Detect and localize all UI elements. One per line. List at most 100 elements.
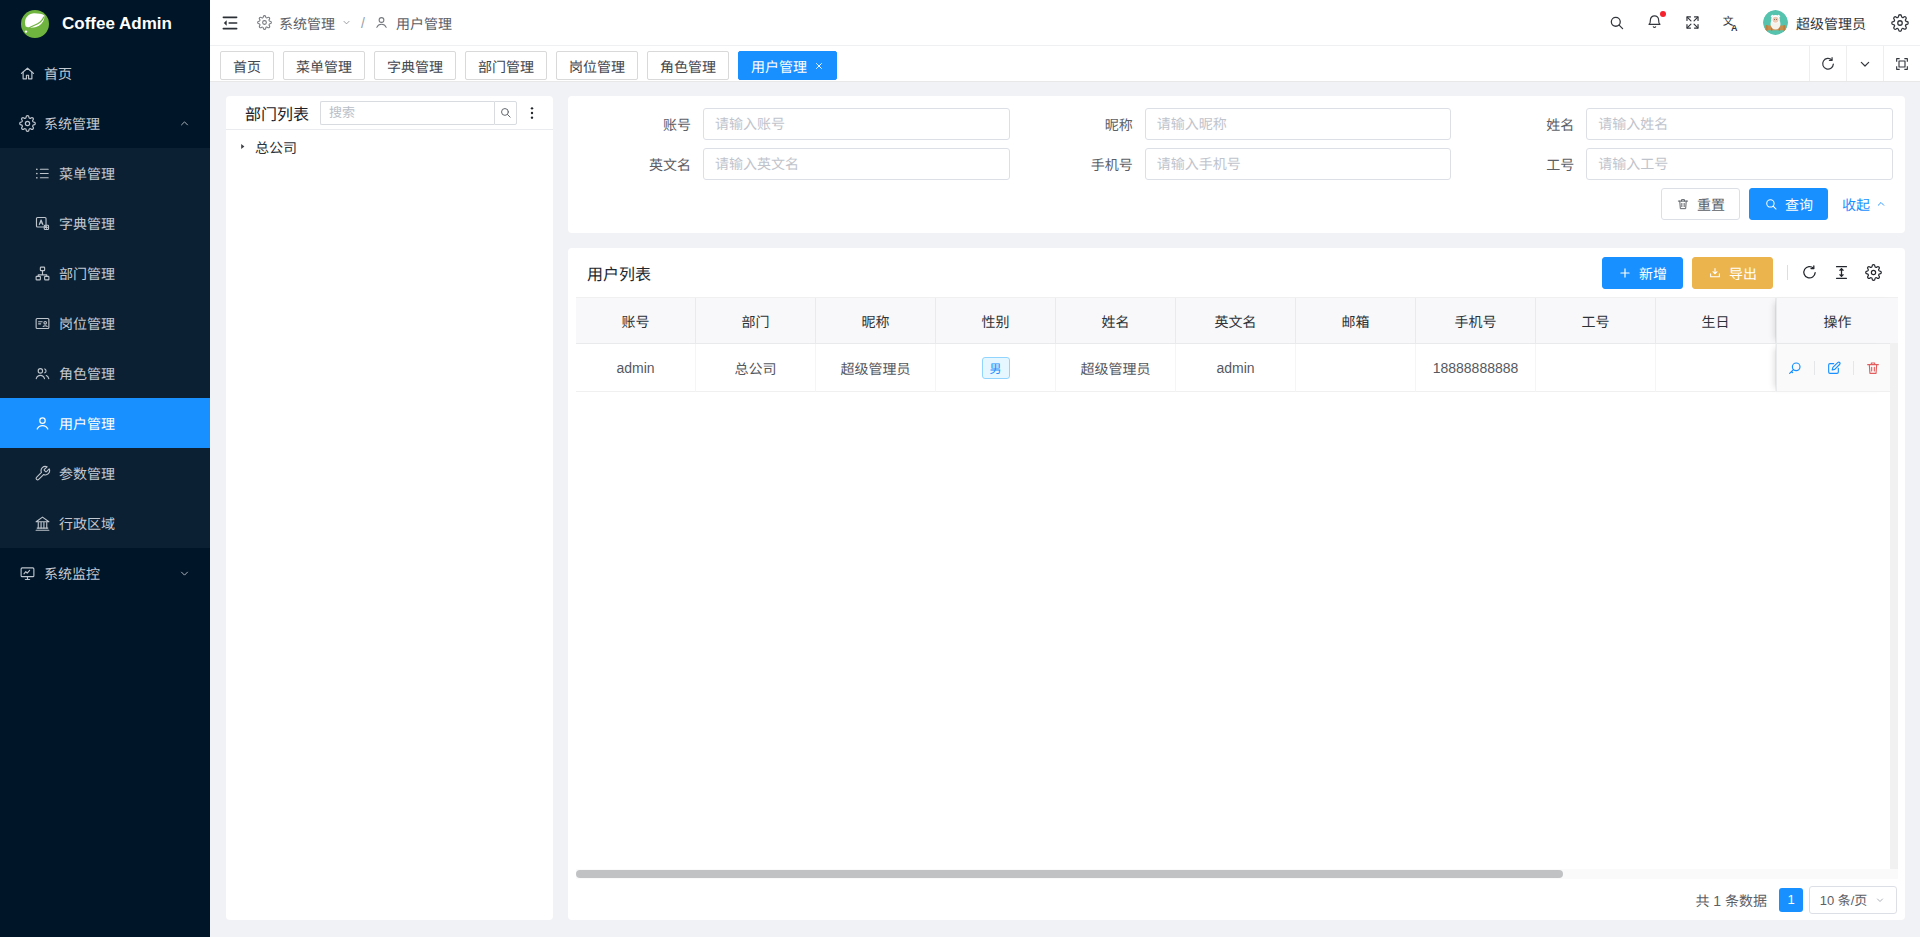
tab-label: 用户管理 <box>751 56 807 76</box>
close-icon[interactable] <box>814 61 824 71</box>
department-search-input[interactable] <box>320 101 494 125</box>
sidebar-menu-item[interactable]: 菜单管理 <box>0 148 210 198</box>
tab[interactable]: 菜单管理 <box>283 51 365 80</box>
table-cell-actions <box>1776 344 1890 392</box>
user-name[interactable]: 超级管理员 <box>1796 13 1866 33</box>
vertical-scrollbar[interactable] <box>1890 343 1898 869</box>
table-header-cell[interactable]: 账号 <box>576 298 696 344</box>
horizontal-scrollbar[interactable] <box>576 869 1898 879</box>
tab[interactable]: 首页 <box>220 51 274 80</box>
page-size-select[interactable]: 10 条/页 <box>1809 886 1897 914</box>
header-actions: 文A 超级管理员 <box>1608 10 1909 35</box>
sidebar-menu-item[interactable]: 行政区域 <box>0 498 210 548</box>
field-input[interactable] <box>1586 108 1893 140</box>
app-logo[interactable]: Coffee Admin <box>0 0 210 48</box>
chevron-down-icon <box>178 567 191 580</box>
breadcrumb-item-system[interactable]: 系统管理 <box>257 13 352 33</box>
pagination-page-1[interactable]: 1 <box>1779 888 1803 912</box>
field-input[interactable] <box>703 108 1010 140</box>
reset-button-label: 重置 <box>1697 194 1725 214</box>
sidebar-menu-item[interactable]: 首页 <box>0 48 210 98</box>
collapse-link[interactable]: 收起 <box>1842 194 1887 214</box>
spring-leaf-icon <box>21 10 49 38</box>
content-area: 部门列表 总公司 <box>210 82 1920 937</box>
export-button-label: 导出 <box>1729 263 1757 283</box>
tab-label: 首页 <box>233 56 261 76</box>
field-input[interactable] <box>1145 108 1452 140</box>
table-header-cell[interactable]: 姓名 <box>1056 298 1176 344</box>
breadcrumb-item-user[interactable]: 用户管理 <box>374 13 452 33</box>
view-icon[interactable] <box>1787 360 1803 376</box>
chevron-down-icon <box>1874 894 1886 906</box>
column-settings-icon[interactable] <box>1865 264 1882 281</box>
field-input[interactable] <box>703 148 1010 180</box>
table-header-cell[interactable]: 昵称 <box>816 298 936 344</box>
tab-refresh-button[interactable] <box>1809 46 1846 81</box>
export-button[interactable]: 导出 <box>1692 257 1773 289</box>
tree-item[interactable]: 总公司 <box>234 133 545 160</box>
tab[interactable]: 角色管理 <box>647 51 729 80</box>
sidebar-menu-item-label: 系统监控 <box>44 563 100 583</box>
tab[interactable]: 字典管理 <box>374 51 456 80</box>
notification-bell[interactable] <box>1646 13 1663 33</box>
tab[interactable]: 部门管理 <box>465 51 547 80</box>
table-header-cell[interactable]: 手机号 <box>1416 298 1536 344</box>
user-icon <box>374 15 389 30</box>
gear-icon[interactable] <box>1891 14 1909 32</box>
kebab-menu-icon[interactable] <box>524 105 540 121</box>
table-cell: admin <box>1176 344 1296 392</box>
dictionary-icon <box>34 215 51 232</box>
trash-icon <box>1676 197 1690 211</box>
user-icon <box>34 415 51 432</box>
table-header-cell[interactable]: 邮箱 <box>1296 298 1416 344</box>
search-icon[interactable] <box>1608 14 1625 31</box>
sidebar-menu-item[interactable]: 岗位管理 <box>0 298 210 348</box>
table-header-cell[interactable]: 性别 <box>936 298 1056 344</box>
tab[interactable]: 用户管理 <box>738 51 837 80</box>
toolbar-divider <box>1787 265 1788 280</box>
sidebar-menu-item[interactable]: 角色管理 <box>0 348 210 398</box>
table-header-cell[interactable]: 英文名 <box>1176 298 1296 344</box>
sidebar-menu-item[interactable]: 部门管理 <box>0 248 210 298</box>
main-panel: 账号 昵称 姓名 <box>568 96 1905 920</box>
action-divider <box>1814 361 1815 375</box>
fullscreen-icon[interactable] <box>1684 14 1701 31</box>
delete-icon[interactable] <box>1865 360 1881 376</box>
table-header-cell[interactable]: 部门 <box>696 298 816 344</box>
caret-right-icon[interactable] <box>238 142 247 151</box>
sidebar-menu-item[interactable]: 用户管理 <box>0 398 210 448</box>
gear-icon <box>257 15 272 30</box>
plus-icon <box>1618 266 1632 280</box>
table-header-cell[interactable]: 生日 <box>1656 298 1776 344</box>
sidebar-menu-item-label: 系统管理 <box>44 113 100 133</box>
table-header-cell[interactable]: 操作 <box>1776 298 1898 344</box>
avatar[interactable] <box>1763 10 1788 35</box>
department-search-button[interactable] <box>494 101 517 125</box>
sidebar-menu-item[interactable]: 字典管理 <box>0 198 210 248</box>
field-input[interactable] <box>1145 148 1452 180</box>
tab-maximize-button[interactable] <box>1883 46 1920 81</box>
table-cell <box>1656 344 1776 392</box>
add-button[interactable]: 新增 <box>1602 257 1683 289</box>
sidebar-menu-item[interactable]: 系统管理 <box>0 98 210 148</box>
query-button[interactable]: 查询 <box>1749 188 1828 220</box>
row-height-icon[interactable] <box>1833 264 1850 281</box>
roles-icon <box>34 365 51 382</box>
user-table-card: 用户列表 新增 导出 <box>568 248 1905 920</box>
tab[interactable]: 岗位管理 <box>556 51 638 80</box>
badge-icon <box>34 315 51 332</box>
sidebar-menu-item[interactable]: 系统监控 <box>0 548 210 598</box>
tab-menu-button[interactable] <box>1846 46 1883 81</box>
sidebar-menu-item[interactable]: 参数管理 <box>0 448 210 498</box>
chevron-up-icon <box>178 117 191 130</box>
refresh-icon[interactable] <box>1801 264 1818 281</box>
breadcrumb: 系统管理 / 用户管理 <box>257 13 452 33</box>
field-input[interactable] <box>1586 148 1893 180</box>
gear-icon <box>19 115 36 132</box>
scrollbar-thumb[interactable] <box>576 870 1563 878</box>
table-header-cell[interactable]: 工号 <box>1536 298 1656 344</box>
menu-fold-icon[interactable] <box>220 13 240 33</box>
translate-icon[interactable]: 文A <box>1722 14 1740 32</box>
edit-icon[interactable] <box>1826 360 1842 376</box>
reset-button[interactable]: 重置 <box>1661 188 1740 220</box>
